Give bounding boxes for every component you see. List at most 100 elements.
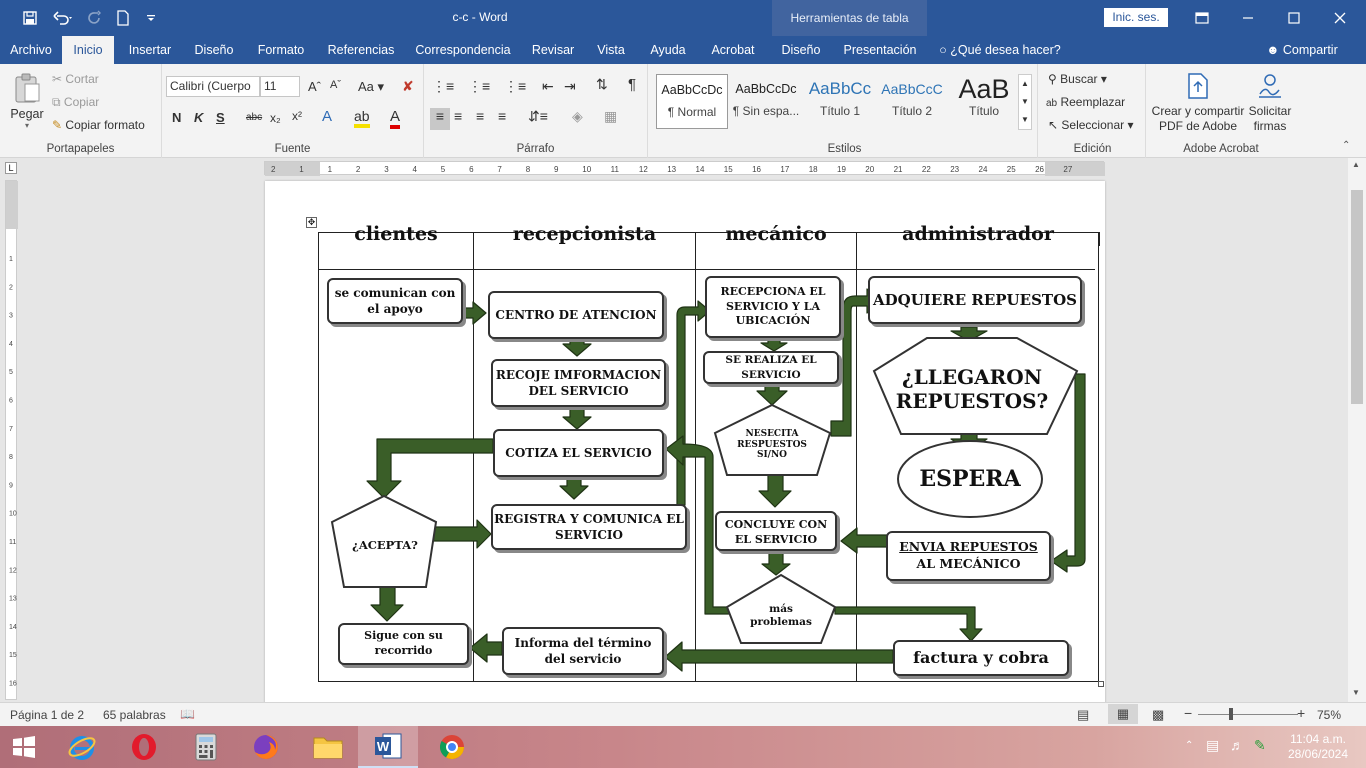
vertical-scrollbar[interactable]: ▲ ▼ — [1348, 158, 1366, 702]
tab-archivo[interactable]: Archivo — [4, 36, 58, 64]
tab-revisar[interactable]: Revisar — [528, 36, 578, 64]
zoom-level[interactable]: 75% — [1317, 708, 1341, 722]
taskbar-opera[interactable] — [114, 726, 174, 768]
format-painter-button[interactable]: ✎ Copiar formato — [52, 118, 145, 132]
change-case-button[interactable]: Aa ▾ — [358, 79, 384, 95]
box-comunican[interactable]: se comunican con el apoyo — [327, 278, 463, 324]
tab-formato[interactable]: Formato — [252, 36, 310, 64]
bullets-icon[interactable]: ⋮≡ — [432, 78, 454, 95]
tab-insertar[interactable]: Insertar — [122, 36, 178, 64]
box-centro-atencion[interactable]: CENTRO DE ATENCION — [488, 291, 664, 339]
customize-qat-icon[interactable] — [136, 0, 166, 36]
read-mode-icon[interactable]: ▤ — [1077, 707, 1089, 723]
zoom-in-icon[interactable]: + — [1297, 705, 1305, 721]
align-center-icon[interactable]: ≡ — [454, 108, 462, 124]
align-left-icon[interactable]: ≡ — [430, 108, 450, 130]
tab-ayuda[interactable]: Ayuda — [646, 36, 690, 64]
tab-diseno[interactable]: Diseño — [186, 36, 242, 64]
maximize-icon[interactable] — [1271, 0, 1317, 36]
create-share-pdf-button[interactable]: Crear y compartir PDF de Adobe — [1150, 72, 1246, 134]
pen-icon[interactable]: ✎ — [1254, 737, 1266, 754]
box-concluye[interactable]: CONCLUYE CON EL SERVICIO — [715, 511, 837, 551]
document-page[interactable]: ✥ clientes recepcionista mecánico admini… — [265, 181, 1105, 702]
taskbar-file-explorer[interactable] — [298, 726, 358, 768]
underline-button[interactable]: S — [216, 110, 225, 125]
start-button[interactable] — [0, 726, 48, 768]
tab-referencias[interactable]: Referencias — [322, 36, 400, 64]
tab-acrobat[interactable]: Acrobat — [706, 36, 760, 64]
horizontal-ruler[interactable]: 2 1 1 2 3 4 5 6 7 8 9 10 11 12 13 14 15 16 17 18 19 20 21 22 23 2… — [264, 161, 1105, 176]
box-realiza[interactable]: SE REALIZA EL SERVICIO — [703, 351, 839, 384]
network-icon[interactable]: ▤ — [1206, 737, 1219, 754]
cut-button[interactable]: ✂ Cortar — [52, 72, 99, 86]
tell-me-search[interactable]: ○ ¿Qué desea hacer? — [938, 36, 1062, 64]
font-size-combo[interactable]: 11 — [260, 76, 300, 97]
box-adquiere[interactable]: ADQUIERE REPUESTOS — [868, 276, 1082, 324]
table-resize-handle[interactable] — [1098, 681, 1104, 687]
show-hidden-icons[interactable]: ⌃ — [1185, 740, 1193, 751]
zoom-out-icon[interactable]: − — [1184, 705, 1192, 721]
superscript-button[interactable]: x² — [292, 109, 302, 123]
decrease-indent-icon[interactable]: ⇤ — [542, 78, 554, 95]
ribbon-display-options-icon[interactable] — [1179, 0, 1225, 36]
taskbar-firefox[interactable] — [236, 726, 296, 768]
find-button[interactable]: ⚲ Buscar ▾ — [1048, 72, 1107, 86]
print-layout-icon[interactable]: ▦ — [1108, 704, 1138, 724]
zoom-slider[interactable] — [1198, 714, 1298, 715]
sign-in-button[interactable]: Inic. ses. — [1104, 8, 1168, 27]
style-heading1[interactable]: AaBbCc Título 1 — [804, 74, 876, 129]
italic-button[interactable]: K — [194, 110, 203, 125]
scrollbar-thumb[interactable] — [1351, 190, 1363, 404]
borders-icon[interactable]: ▦ — [604, 108, 617, 125]
share-button[interactable]: ☻ Compartir — [1262, 36, 1342, 64]
multilevel-list-icon[interactable]: ⋮≡ — [504, 78, 526, 95]
font-name-combo[interactable]: Calibri (Cuerpo — [166, 76, 260, 97]
increase-indent-icon[interactable]: ⇥ — [564, 78, 576, 95]
redo-icon[interactable] — [80, 0, 110, 36]
strikethrough-button[interactable]: abc — [246, 112, 262, 123]
grow-font-icon[interactable]: Aˆ — [308, 79, 321, 94]
box-registra[interactable]: REGISTRA Y COMUNICA EL SERVICIO — [491, 504, 687, 550]
style-heading2[interactable]: AaBbCcC Título 2 — [876, 74, 948, 129]
box-recoje-informacion[interactable]: RECOJE IMFORMACION DEL SERVICIO — [491, 359, 666, 407]
scroll-down-icon[interactable]: ▼ — [1352, 688, 1360, 697]
copy-button[interactable]: ⧉ Copiar — [52, 95, 99, 110]
box-factura[interactable]: factura y cobra — [893, 640, 1069, 676]
page-count[interactable]: Página 1 de 2 — [10, 708, 84, 722]
save-icon[interactable] — [15, 0, 45, 36]
collapse-ribbon-icon[interactable]: ⌃ — [1342, 140, 1350, 151]
minimize-icon[interactable] — [1225, 0, 1271, 36]
font-color-icon[interactable]: A — [390, 108, 401, 129]
undo-icon[interactable] — [48, 0, 78, 36]
zoom-slider-thumb[interactable] — [1229, 708, 1233, 720]
tab-vista[interactable]: Vista — [592, 36, 630, 64]
tab-correspondencia[interactable]: Correspondencia — [411, 36, 515, 64]
shrink-font-icon[interactable]: Aˇ — [330, 79, 341, 91]
text-effects-icon[interactable]: A — [322, 108, 332, 125]
vertical-ruler[interactable]: 1 2 3 4 5 6 7 8 9 10 11 12 13 14 15 16 — [5, 180, 18, 700]
tab-table-diseno[interactable]: Diseño — [776, 36, 826, 64]
select-button[interactable]: ↖ Seleccionar ▾ — [1048, 118, 1133, 132]
tab-selector[interactable]: L — [5, 162, 17, 174]
subscript-button[interactable]: x₂ — [270, 111, 281, 125]
align-right-icon[interactable]: ≡ — [476, 108, 484, 124]
bold-button[interactable]: N — [172, 110, 181, 125]
numbering-icon[interactable]: ⋮≡ — [468, 78, 490, 95]
close-icon[interactable] — [1317, 0, 1363, 36]
sort-icon[interactable]: ⇅ — [596, 76, 608, 93]
styles-gallery-scroll[interactable]: ▲ ▼ ▼ — [1018, 74, 1032, 130]
justify-icon[interactable]: ≡ — [498, 108, 506, 124]
taskbar-word[interactable]: W — [358, 726, 418, 768]
paste-button[interactable]: Pegar ▾ — [8, 72, 46, 132]
tab-inicio[interactable]: Inicio — [62, 36, 114, 64]
box-sigue[interactable]: Sigue con su recorrido — [338, 623, 469, 665]
taskbar-internet-explorer[interactable] — [52, 726, 112, 768]
taskbar-chrome[interactable] — [422, 726, 482, 768]
tab-presentacion[interactable]: Presentación — [840, 36, 920, 64]
style-title[interactable]: AaB Título — [948, 74, 1020, 129]
style-no-spacing[interactable]: AaBbCcDc ¶ Sin espa... — [730, 74, 802, 129]
volume-icon[interactable]: ♬ — [1230, 737, 1244, 753]
box-cotiza[interactable]: COTIZA EL SERVICIO — [493, 429, 664, 477]
scroll-up-icon[interactable]: ▲ — [1352, 160, 1360, 169]
box-recepciona[interactable]: RECEPCIONA EL SERVICIO Y LA UBICACIÓN — [705, 276, 841, 338]
